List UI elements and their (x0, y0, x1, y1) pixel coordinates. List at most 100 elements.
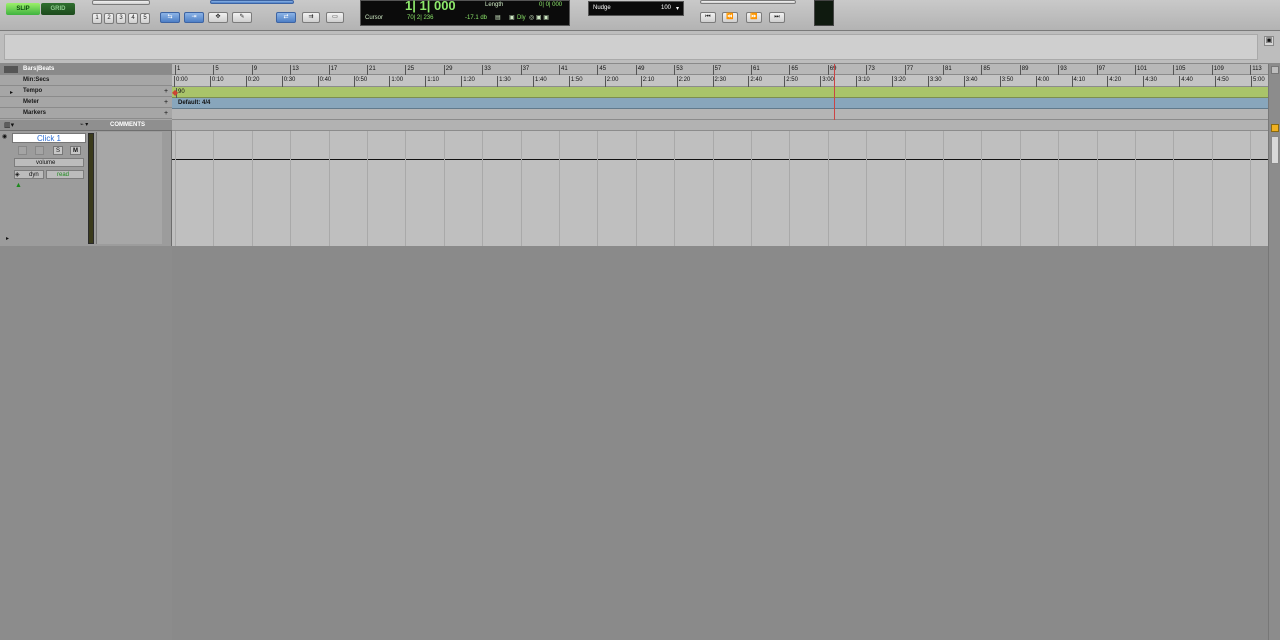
edit-toolbar: SLIP GRID 1 2 3 4 5 ⇆ ⇥ ✥ ✎ ⇄ ⇉ ▭ 1| 1| … (0, 0, 1280, 31)
bar-tick-label: 61 (751, 65, 760, 76)
automation-mode-selector[interactable]: read (46, 170, 84, 179)
min-sec-tick-label: 0:30 (281, 76, 296, 87)
ruler-label-tempo[interactable]: Tempo (0, 86, 172, 97)
bar-tick-label: 5 (213, 65, 219, 76)
output-meter (814, 0, 834, 26)
markers-ruler[interactable] (172, 109, 1268, 120)
grid-mode-button[interactable]: GRID (41, 3, 75, 15)
track-zoom-icon[interactable] (1271, 124, 1279, 132)
ruler-view-menu-icon[interactable] (4, 66, 18, 73)
ruler-label-min-secs[interactable]: Min:Secs (0, 75, 172, 86)
grabber-tool-button[interactable]: ✥ (208, 12, 228, 23)
insertion-follows-button[interactable]: ▭ (326, 12, 344, 23)
min-secs-ruler[interactable]: 0:00 0:10 0:20 0:30 0:40 0:50 1:00 1:10 1:20 1:30… (172, 75, 1268, 87)
bar-tick-label: 109 (1211, 65, 1224, 76)
track-name-field[interactable]: Click 1 (12, 133, 86, 143)
link-timeline-button[interactable]: ⇄ (276, 12, 296, 23)
zoom-preset-4[interactable]: 4 (128, 13, 138, 24)
ruler-label-bars-beats[interactable]: Bars|Beats (0, 64, 172, 75)
expand-tempo-icon[interactable]: ▸ (10, 89, 13, 96)
zoom-in-icon[interactable] (1271, 66, 1279, 74)
add-tempo-icon[interactable]: + (164, 88, 168, 95)
min-sec-tick-label: 0:00 (174, 76, 188, 87)
add-meter-icon[interactable]: + (164, 99, 168, 106)
min-sec-tick-label: 2:30 (712, 76, 727, 87)
transport-top-controls[interactable] (700, 0, 796, 4)
min-sec-tick-label: 2:10 (640, 76, 655, 87)
bar-tick-label: 17 (328, 65, 338, 76)
tempo-value[interactable]: 90 (176, 88, 185, 99)
ruler-labels: Bars|Beats Min:Secs Tempo Meter Markers … (0, 64, 172, 120)
tracks-panel-empty (0, 246, 172, 640)
delay-icon: ▣ (509, 15, 515, 21)
record-enable-button[interactable] (18, 146, 27, 155)
return-to-zero-button[interactable]: ⏮ (700, 12, 716, 23)
link-track-button[interactable]: ⇉ (302, 12, 320, 23)
go-to-end-button[interactable]: ⏭ (769, 12, 785, 23)
zoom-preset-5[interactable]: 5 (140, 13, 150, 24)
bar-tick-label: 113 (1250, 65, 1262, 76)
comments-field[interactable] (96, 132, 162, 244)
tempo-ruler[interactable]: 90 ◆ (172, 87, 1268, 99)
track-playlist-lane[interactable] (172, 131, 1268, 246)
smart-tool-bar[interactable] (210, 0, 294, 4)
bar-gridline (597, 131, 599, 246)
zoom-preset-2[interactable]: 2 (104, 13, 114, 24)
edit-window-strip: ▣ (0, 31, 1280, 64)
min-sec-tick-label: 0:50 (353, 76, 368, 87)
slip-mode-button[interactable]: SLIP (6, 3, 40, 15)
track-expand-icon[interactable]: ▸ (6, 235, 9, 242)
window-config-icon[interactable]: ▣ (1264, 36, 1274, 46)
meter-value[interactable]: Default: 4/4 (178, 100, 210, 106)
input-monitor-button[interactable] (35, 146, 44, 155)
solo-button[interactable]: S (53, 146, 63, 155)
bars-beats-ruler[interactable]: 1591317212529333741454953576165697377818… (172, 64, 1268, 76)
selector-tool-button[interactable]: ⇥ (184, 12, 204, 23)
track-list-icon[interactable]: ▥▾ (4, 121, 14, 129)
playlist-icon[interactable]: ▲ (15, 182, 22, 189)
scroll-thumb[interactable] (1271, 136, 1279, 164)
vertical-scrollbar[interactable] (1268, 64, 1280, 640)
track-color-strip (88, 133, 94, 244)
bar-gridline (443, 131, 445, 246)
fast-forward-button[interactable]: ⏩ (746, 12, 762, 23)
min-sec-tick-label: 0:40 (317, 76, 332, 87)
edit-window-empty-area[interactable] (172, 246, 1268, 640)
zoom-preset-1[interactable]: 1 (92, 13, 102, 24)
track-view-selector[interactable]: volume (14, 158, 84, 167)
meter-ruler[interactable]: Default: 4/4 (172, 98, 1268, 109)
ruler-label-markers[interactable]: Markers (0, 108, 172, 119)
pencil-tool-button[interactable]: ✎ (232, 12, 252, 23)
volume-automation-line[interactable] (172, 159, 1268, 160)
rewind-button[interactable]: ⏪ (722, 12, 738, 23)
chevron-down-icon[interactable]: ▾ (676, 5, 679, 12)
mute-button[interactable]: M (70, 146, 81, 155)
zoom-controls[interactable] (92, 0, 150, 5)
min-sec-tick-label: 4:30 (1143, 76, 1157, 87)
comments-header: COMMENTS (110, 122, 145, 128)
column-menu-icon[interactable]: ⌁ ▾ (80, 121, 88, 128)
bar-tick-label: 89 (1019, 65, 1029, 76)
add-marker-icon[interactable]: + (164, 110, 168, 117)
bar-tick-label: 53 (674, 65, 683, 76)
settings-icon[interactable]: ◎ ▣ ▣ (529, 14, 549, 21)
trim-tool-button[interactable]: ⇆ (160, 12, 180, 23)
bar-gridline (1250, 131, 1252, 246)
bar-gridline (520, 131, 522, 246)
track-selector-icon[interactable]: ◉ (2, 133, 7, 140)
ruler-label-meter[interactable]: Meter (0, 97, 172, 108)
timeline-rulers[interactable]: 1591317212529333741454953576165697377818… (172, 64, 1268, 120)
min-sec-tick-label: 3:10 (856, 76, 870, 87)
zoom-preset-3[interactable]: 3 (116, 13, 126, 24)
tempo-marker-icon[interactable]: ◆ (172, 88, 178, 97)
nudge-value[interactable]: 100 (661, 5, 671, 11)
bar-tick-label: 33 (482, 65, 491, 76)
track-header-area: ▥▾ ⌁ ▾ COMMENTS Click 1 ◉ S M volume dyn… (0, 120, 172, 246)
bar-tick-label: 57 (712, 65, 722, 76)
bar-gridline (482, 131, 484, 246)
bar-gridline (175, 131, 176, 246)
bar-tick-label: 25 (405, 65, 415, 76)
length-value[interactable]: 0| 0| 000 (539, 2, 562, 8)
bar-gridline (1058, 131, 1060, 246)
min-sec-tick-label: 4:40 (1179, 76, 1193, 87)
